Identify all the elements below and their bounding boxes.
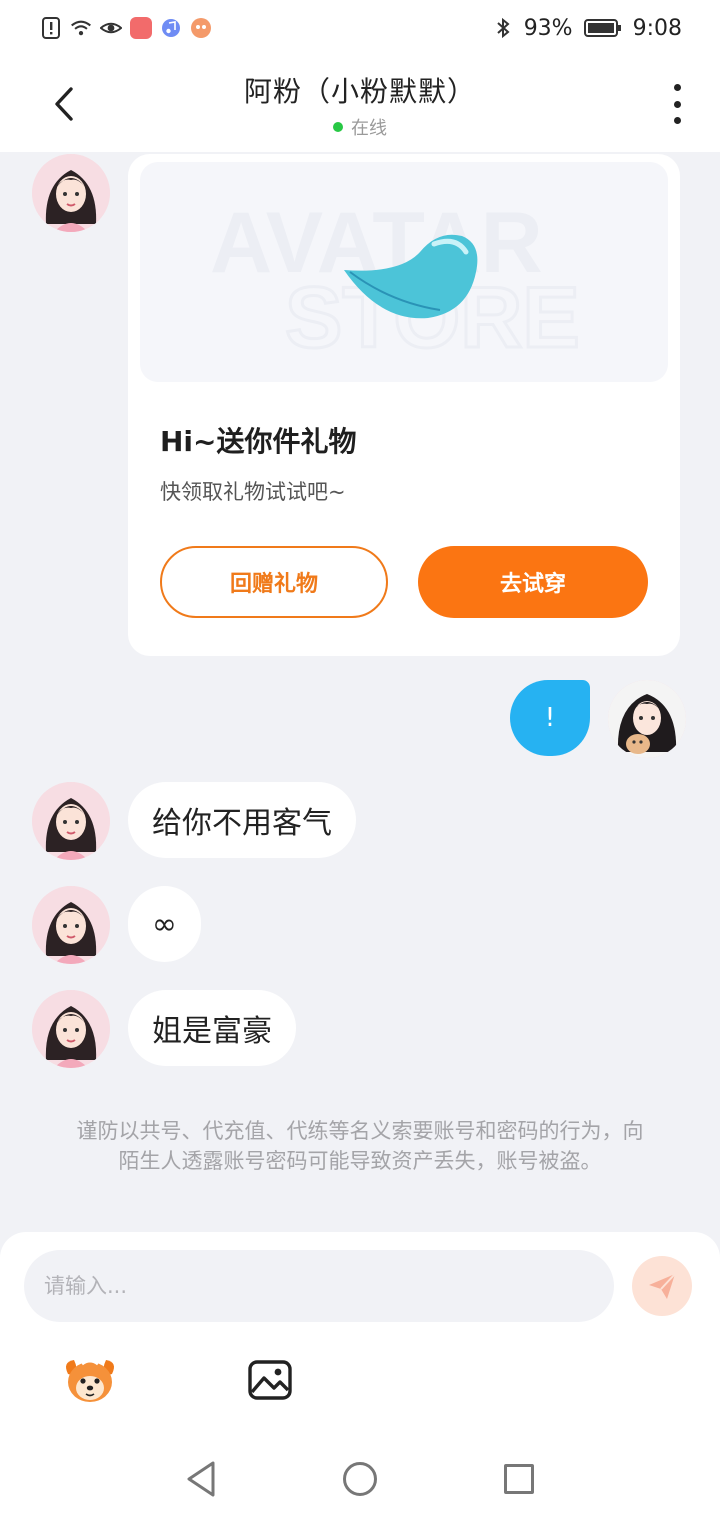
contact-avatar[interactable]: [32, 782, 110, 860]
online-status-label: 在线: [351, 118, 387, 139]
more-dot-icon: [673, 117, 681, 124]
online-dot-icon: [333, 122, 343, 132]
message-bubble-mine[interactable]: !: [510, 680, 590, 756]
back-button[interactable]: [44, 80, 84, 128]
my-avatar[interactable]: [608, 680, 686, 758]
image-icon: [248, 1360, 292, 1400]
battery-icon: [583, 17, 623, 39]
send-icon: [649, 1273, 676, 1299]
sticker-button[interactable]: [60, 1354, 120, 1406]
app-badge-icon: [130, 17, 152, 39]
chevron-left-icon: [55, 87, 73, 121]
bluetooth-icon: [492, 17, 514, 39]
clock-time: 9:08: [632, 15, 682, 41]
online-status: 在线: [160, 114, 560, 140]
chat-list[interactable]: AVATAR STORE Hi~送你件礼物 快领取礼物试试吧~ 回赠礼物 去试穿…: [0, 152, 720, 1232]
triangle-back-icon: [187, 1461, 215, 1497]
wifi-icon: [70, 17, 92, 39]
notification-alert-icon: [40, 17, 62, 39]
return-gift-button[interactable]: 回赠礼物: [160, 546, 388, 618]
game-icon: [190, 17, 212, 39]
nav-recents-button[interactable]: [504, 1464, 534, 1494]
nav-back-button[interactable]: [184, 1460, 218, 1498]
message-bubble[interactable]: 给你不用客气: [128, 782, 356, 858]
eye-icon: [100, 17, 122, 39]
gift-title: Hi~送你件礼物: [160, 425, 357, 458]
dog-sticker-icon: [66, 1359, 114, 1402]
music-icon: [160, 17, 182, 39]
battery-percent: 93%: [523, 15, 573, 41]
send-button[interactable]: [632, 1256, 692, 1316]
message-bubble[interactable]: 姐是富豪: [128, 990, 296, 1066]
more-options-button[interactable]: [670, 84, 684, 124]
system-navigation-bar: [0, 1446, 720, 1516]
image-button[interactable]: [246, 1356, 294, 1404]
message-input[interactable]: [24, 1250, 614, 1322]
more-dot-icon: [673, 84, 681, 91]
more-dot-icon: [673, 100, 681, 108]
contact-avatar[interactable]: [32, 990, 110, 1068]
nav-home-button[interactable]: [343, 1462, 377, 1496]
security-warning: 谨防以共号、代充值、代练等名义索要账号和密码的行为，向陌生人透露账号密码可能导致…: [76, 1119, 644, 1173]
contact-avatar[interactable]: [32, 886, 110, 964]
input-area: [0, 1232, 720, 1520]
status-bar: 93% 9:08: [0, 0, 720, 56]
gift-subtitle: 快领取礼物试试吧~: [160, 480, 346, 504]
try-on-button[interactable]: 去试穿: [418, 546, 648, 618]
gift-image: AVATAR STORE: [140, 162, 668, 382]
contact-avatar[interactable]: [32, 154, 110, 232]
chat-header: 阿粉（小粉默默） 在线: [0, 56, 720, 152]
message-bubble[interactable]: ∞: [128, 886, 201, 962]
page-title: 阿粉（小粉默默）: [243, 75, 476, 108]
gift-card[interactable]: AVATAR STORE Hi~送你件礼物 快领取礼物试试吧~ 回赠礼物 去试穿: [128, 154, 680, 656]
